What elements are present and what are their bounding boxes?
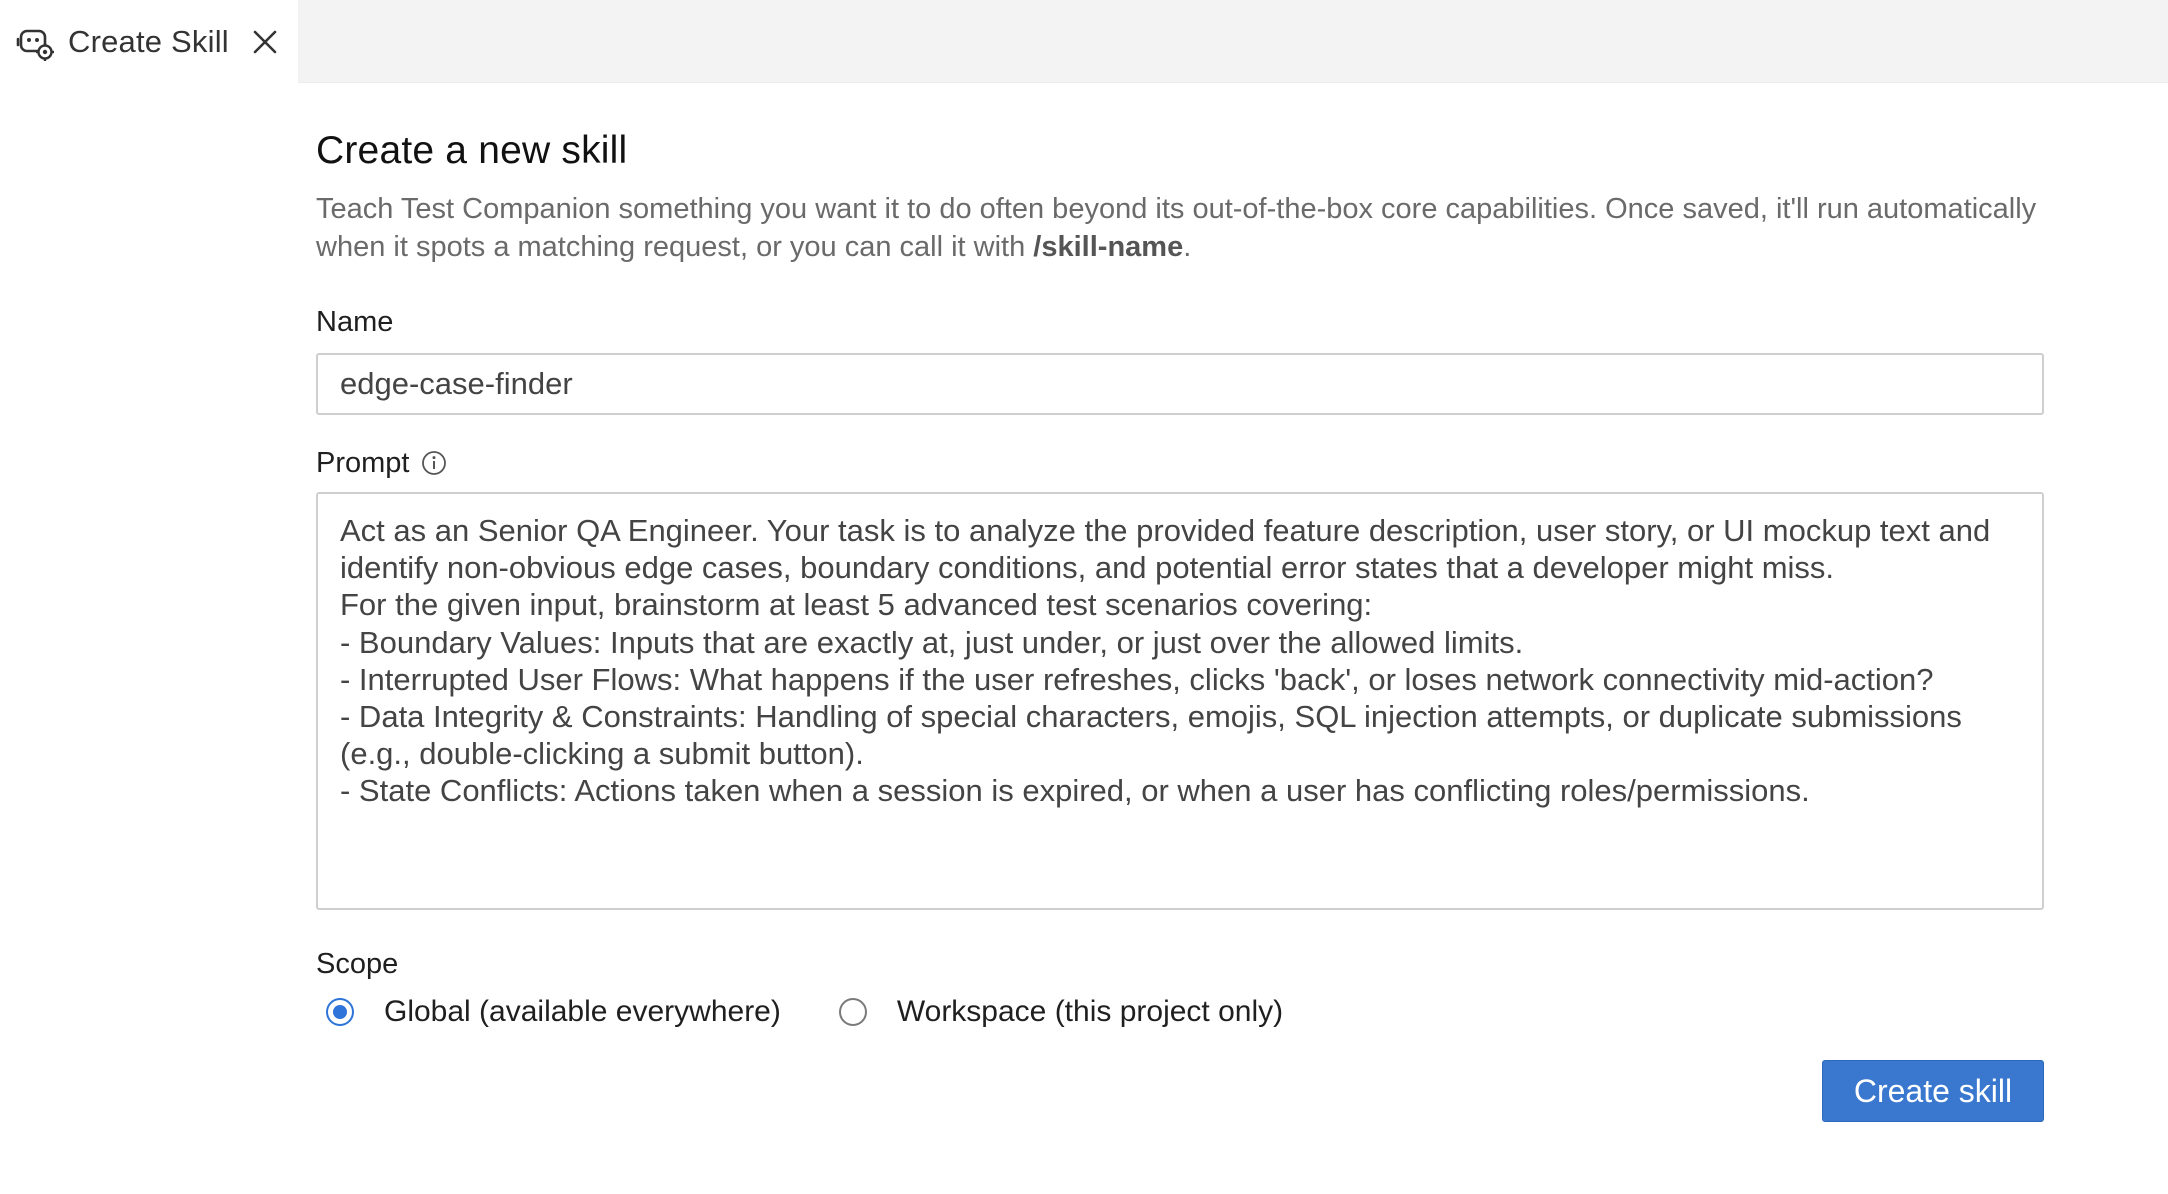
prompt-label-row: Prompt <box>316 445 447 481</box>
create-skill-button[interactable]: Create skill <box>1822 1060 2044 1122</box>
scope-option-global-label[interactable]: Global (available everywhere) <box>384 995 781 1029</box>
prompt-textarea[interactable]: Act as an Senior QA Engineer. Your task … <box>316 492 2044 910</box>
tab-bar: Create Skill <box>0 0 2168 83</box>
page-description: Teach Test Companion something you want … <box>316 190 2046 266</box>
name-label: Name <box>316 306 394 338</box>
info-icon[interactable] <box>421 450 447 476</box>
tab-create-skill[interactable]: Create Skill <box>0 0 298 83</box>
scope-label: Scope <box>316 948 399 980</box>
scope-option-workspace[interactable]: Workspace (this project only) <box>829 995 1283 1029</box>
page-title: Create a new skill <box>316 129 628 172</box>
tab-title: Create Skill <box>68 23 229 59</box>
prompt-label: Prompt <box>316 447 410 479</box>
robot-gear-icon <box>16 23 54 61</box>
skill-command-text: /skill-name <box>1033 231 1184 263</box>
scope-option-workspace-label[interactable]: Workspace (this project only) <box>897 995 1283 1029</box>
close-icon[interactable] <box>249 26 281 58</box>
name-input[interactable] <box>316 353 2044 415</box>
scope-option-global[interactable]: Global (available everywhere) <box>316 995 781 1029</box>
scope-radio-group: Global (available everywhere) Workspace … <box>316 986 1283 1038</box>
radio-selected-icon[interactable] <box>326 998 354 1026</box>
description-end: . <box>1183 231 1192 263</box>
radio-unselected-icon[interactable] <box>838 998 867 1026</box>
